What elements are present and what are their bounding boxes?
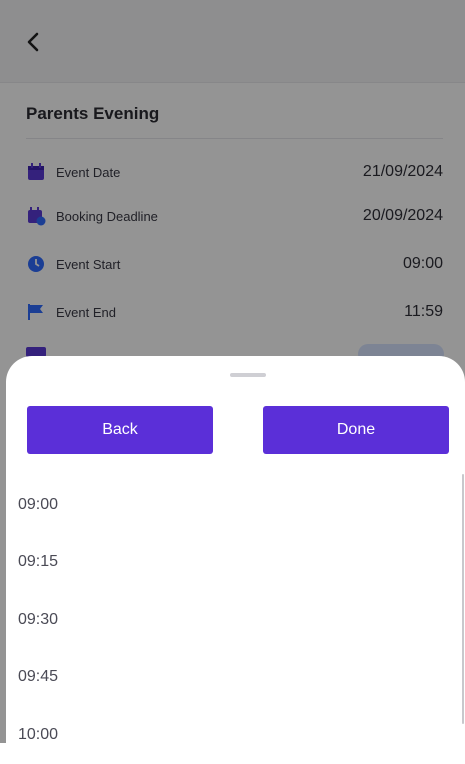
time-option[interactable]: 09:45: [6, 649, 446, 707]
scrollbar[interactable]: [462, 474, 464, 724]
done-button[interactable]: Done: [263, 406, 449, 454]
time-option[interactable]: 09:00: [6, 476, 446, 534]
sheet-grab-handle[interactable]: [230, 373, 266, 377]
time-option[interactable]: 09:30: [6, 591, 446, 649]
back-button[interactable]: Back: [27, 406, 213, 454]
time-picker-sheet: Back Done 09:00 09:15 09:30 09:45 10:00: [6, 356, 465, 743]
time-list[interactable]: 09:00 09:15 09:30 09:45 10:00: [6, 476, 446, 764]
time-option[interactable]: 09:15: [6, 534, 446, 592]
time-option[interactable]: 10:00: [6, 706, 446, 764]
